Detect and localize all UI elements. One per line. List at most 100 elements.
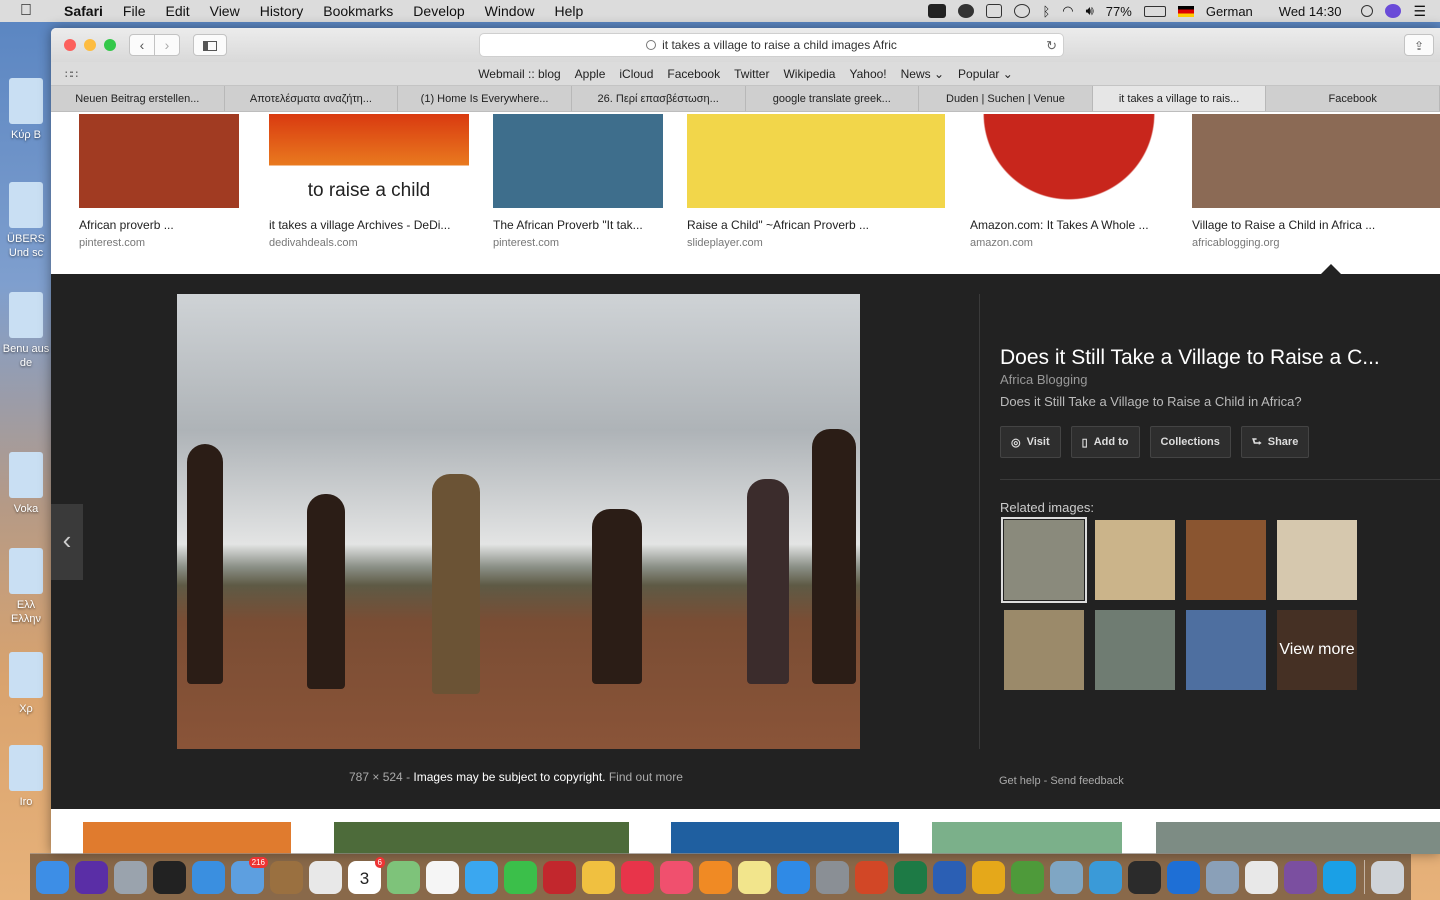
fav-yahoo[interactable]: Yahoo! <box>842 67 893 81</box>
browser-tab[interactable]: Duden | Suchen | Venue <box>919 86 1093 111</box>
browser-tab[interactable]: google translate greek... <box>746 86 920 111</box>
photos-icon[interactable] <box>582 860 615 894</box>
menu-history[interactable]: History <box>250 3 314 19</box>
battery-percent[interactable]: 77% <box>1106 4 1132 19</box>
back-button[interactable]: ‹ <box>129 34 155 56</box>
result-thumbnail[interactable] <box>687 114 945 208</box>
notification-center-icon[interactable]: ☰ <box>1413 3 1426 20</box>
related-image[interactable] <box>1004 610 1084 690</box>
result-thumbnail[interactable] <box>671 822 899 854</box>
result-thumbnail[interactable]: to raise a child <box>269 114 469 208</box>
photobooth-icon[interactable] <box>543 860 576 894</box>
menu-app-name[interactable]: Safari <box>54 3 113 19</box>
preview-image[interactable] <box>177 294 860 749</box>
desktop-icon[interactable]: Iro <box>2 745 50 809</box>
maps-icon[interactable] <box>387 860 420 894</box>
airplay-icon[interactable] <box>986 4 1003 18</box>
fav-popular-folder[interactable]: Popular ⌄ <box>951 67 1020 81</box>
fav-apple[interactable]: Apple <box>568 67 613 81</box>
stickies-icon[interactable] <box>738 860 771 894</box>
result-title[interactable]: The African Proverb "It tak... <box>493 218 663 232</box>
activity-icon[interactable] <box>153 860 186 894</box>
preview-site[interactable]: Africa Blogging <box>1000 372 1087 387</box>
related-image[interactable] <box>1186 520 1266 600</box>
desktop-icon[interactable]: Χρ <box>2 652 50 716</box>
menu-edit[interactable]: Edit <box>155 3 199 19</box>
related-image[interactable] <box>1001 517 1087 603</box>
send-feedback-link[interactable]: Send feedback <box>1050 775 1123 787</box>
related-image[interactable] <box>1095 610 1175 690</box>
image-capture-icon[interactable] <box>1206 860 1239 894</box>
collections-button[interactable]: Collections <box>1149 426 1231 458</box>
related-image[interactable]: View more <box>1277 610 1357 690</box>
share-button[interactable]: ⇪ <box>1404 34 1434 56</box>
volume-icon[interactable]: 🔊︎ <box>1086 3 1094 19</box>
browser-tab[interactable]: (1) Home Is Everywhere... <box>398 86 572 111</box>
siri-menu-icon[interactable] <box>1385 4 1402 18</box>
result-card[interactable]: to raise a child it takes a village Archi… <box>269 114 469 249</box>
menu-window[interactable]: Window <box>475 3 545 19</box>
result-title[interactable]: Village to Raise a Child in Africa ... <box>1192 218 1440 232</box>
reload-icon[interactable]: ↻ <box>1046 38 1057 54</box>
result-card[interactable]: Raise a Child" ~African Proverb ... slide… <box>687 114 945 249</box>
fav-webmail[interactable]: Webmail :: blog <box>471 67 567 81</box>
powerpoint-icon[interactable] <box>855 860 888 894</box>
german-flag-icon[interactable] <box>1177 5 1194 17</box>
result-card[interactable]: African proverb ... pinterest.com <box>79 114 239 249</box>
result-card[interactable]: The African Proverb "It tak... pinterest.… <box>493 114 663 249</box>
skype-status-icon[interactable] <box>958 4 975 18</box>
result-title[interactable]: Amazon.com: It Takes A Whole ... <box>970 218 1168 232</box>
clock[interactable]: Wed 14:30 <box>1279 4 1342 19</box>
visit-button[interactable]: ◎ Visit <box>1000 426 1061 458</box>
messages-icon[interactable] <box>465 860 498 894</box>
top-sites-grid-icon[interactable]: ∷∷ <box>65 68 78 81</box>
facetime-icon[interactable] <box>504 860 537 894</box>
forward-button[interactable]: › <box>154 34 180 56</box>
fav-news-folder[interactable]: News ⌄ <box>894 67 951 81</box>
screenshot-icon[interactable] <box>1128 860 1161 894</box>
music-icon[interactable] <box>660 860 693 894</box>
desktop-icon[interactable]: Κύρ B <box>2 78 50 142</box>
find-out-more-link[interactable]: Find out more <box>609 770 683 784</box>
menu-help[interactable]: Help <box>544 3 593 19</box>
safari-icon[interactable] <box>192 860 225 894</box>
fav-facebook[interactable]: Facebook <box>660 67 727 81</box>
trash-icon[interactable] <box>1371 860 1404 894</box>
news-icon[interactable] <box>621 860 654 894</box>
wifi-icon[interactable]: ◠ <box>1062 3 1073 19</box>
result-title[interactable]: Raise a Child" ~African Proverb ... <box>687 218 945 232</box>
finder-icon[interactable] <box>36 860 69 894</box>
dropbox-icon[interactable] <box>928 4 947 18</box>
siri-icon[interactable] <box>75 860 108 894</box>
address-bar[interactable]: it takes a village to raise a child imag… <box>479 33 1064 57</box>
close-window-button[interactable] <box>64 39 76 51</box>
browser-tab[interactable]: Αποτελέσματα αναζήτη... <box>225 86 399 111</box>
desktop-icon[interactable]: Voka <box>2 452 50 516</box>
spotlight-icon[interactable] <box>1361 5 1374 17</box>
word-icon[interactable] <box>933 860 966 894</box>
result-thumbnail[interactable] <box>83 822 291 854</box>
opera-icon[interactable] <box>972 860 1005 894</box>
related-image[interactable] <box>1277 520 1357 600</box>
result-card[interactable]: Amazon.com: It Takes A Whole ... amazon.c… <box>970 114 1168 249</box>
desktop-icon[interactable]: Ελλ Ελλην <box>2 548 50 626</box>
battery-icon[interactable] <box>1143 5 1166 17</box>
mail-icon[interactable]: 216 <box>231 856 268 894</box>
chrome-icon[interactable] <box>309 860 342 894</box>
zoom-window-button[interactable] <box>104 39 116 51</box>
input-language[interactable]: German <box>1206 4 1253 19</box>
apple-menu-icon[interactable]:  <box>20 3 40 19</box>
sidebar-toggle-button[interactable] <box>193 34 227 56</box>
appstore-icon[interactable] <box>777 860 810 894</box>
result-thumbnail[interactable] <box>493 114 663 208</box>
result-thumbnail[interactable] <box>970 114 1168 208</box>
get-help-link[interactable]: Get help <box>999 775 1041 787</box>
preview-icon[interactable] <box>1050 860 1083 894</box>
fav-twitter[interactable]: Twitter <box>727 67 776 81</box>
skype-icon[interactable] <box>1323 860 1356 894</box>
reminders-icon[interactable] <box>426 860 459 894</box>
desktop-icon[interactable]: Benu aus de <box>2 292 50 370</box>
preview-title[interactable]: Does it Still Take a Village to Raise a … <box>1000 346 1410 370</box>
menu-view[interactable]: View <box>200 3 250 19</box>
globe-app-icon[interactable] <box>1011 860 1044 894</box>
